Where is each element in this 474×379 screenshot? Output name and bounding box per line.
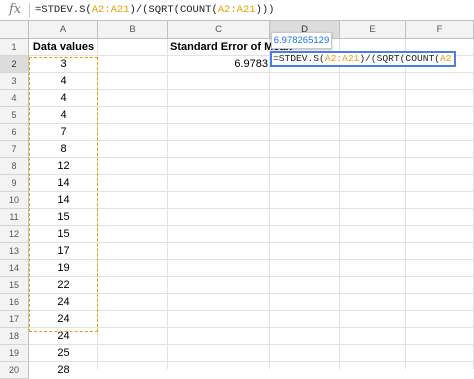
column-header-a[interactable]: A — [29, 21, 98, 39]
row-header[interactable]: 12 — [0, 226, 29, 243]
row-header[interactable]: 8 — [0, 158, 29, 175]
row-header[interactable]: 10 — [0, 192, 29, 209]
row-header[interactable]: 1 — [0, 39, 29, 56]
editor-range-ref: A2:A21 — [439, 53, 456, 64]
cell-a-value[interactable]: 24 — [29, 294, 98, 311]
cell-a-value[interactable]: 24 — [29, 311, 98, 328]
row-header[interactable]: 11 — [0, 209, 29, 226]
grid-line — [167, 39, 168, 369]
row-header[interactable]: 5 — [0, 107, 29, 124]
cell-a-value[interactable]: 28 — [29, 362, 98, 379]
cell-c2[interactable]: 6.9783 — [168, 56, 268, 73]
cell-a-value[interactable]: 25 — [29, 345, 98, 362]
formula-part: ))) — [255, 4, 275, 16]
cell-a-value[interactable]: 4 — [29, 73, 98, 90]
formula-part: =STDEV.S( — [35, 4, 92, 16]
formula-bar-separator — [29, 3, 30, 17]
cell-a-value[interactable]: 17 — [29, 243, 98, 260]
cell-a1[interactable]: Data values — [29, 39, 98, 56]
cell-a-value[interactable]: 4 — [29, 107, 98, 124]
formula-range-ref: A2:A21 — [91, 4, 130, 16]
cell-a-value[interactable]: 24 — [29, 328, 98, 345]
cell-a-value[interactable]: 15 — [29, 209, 98, 226]
cell-c1[interactable]: Standard Error of Mean — [170, 39, 292, 56]
fx-icon: fx — [9, 2, 22, 17]
cell-a-value[interactable]: 7 — [29, 124, 98, 141]
editor-range-ref: A2:A21 — [324, 53, 360, 64]
formula-part: )/(SQRT(COUNT( — [129, 4, 218, 16]
row-header[interactable]: 13 — [0, 243, 29, 260]
editor-formula-part: =STDEV.S( — [273, 53, 325, 64]
cell-a-value[interactable]: 19 — [29, 260, 98, 277]
cell-a-value[interactable]: 12 — [29, 158, 98, 175]
cell-a-value[interactable]: 14 — [29, 175, 98, 192]
row-header[interactable]: 14 — [0, 260, 29, 277]
cell-a-value[interactable]: 8 — [29, 141, 98, 158]
cell-a-value[interactable]: 14 — [29, 192, 98, 209]
row-header[interactable]: 19 — [0, 345, 29, 362]
row-header[interactable]: 7 — [0, 141, 29, 158]
row-header[interactable]: 15 — [0, 277, 29, 294]
column-header-f[interactable]: F — [406, 21, 474, 39]
row-header[interactable]: 3 — [0, 73, 29, 90]
row-header[interactable]: 17 — [0, 311, 29, 328]
column-header-b[interactable]: B — [98, 21, 168, 39]
row-header[interactable]: 20 — [0, 362, 29, 379]
column-header-c[interactable]: C — [168, 21, 270, 39]
grid-line — [405, 39, 406, 369]
select-all-corner[interactable] — [0, 21, 29, 39]
cell-a-value[interactable]: 3 — [29, 56, 98, 73]
cell-a-value[interactable]: 15 — [29, 226, 98, 243]
cell-a-value[interactable]: 4 — [29, 90, 98, 107]
row-header[interactable]: 16 — [0, 294, 29, 311]
row-header[interactable]: 18 — [0, 328, 29, 345]
row-header[interactable]: 6 — [0, 124, 29, 141]
row-header[interactable]: 4 — [0, 90, 29, 107]
formula-result-tooltip: 6.978265129 — [271, 32, 332, 49]
formula-range-ref: A2:A21 — [217, 4, 256, 16]
column-header-e[interactable]: E — [340, 21, 406, 39]
grid-line — [339, 39, 340, 369]
row-header[interactable]: 9 — [0, 175, 29, 192]
editor-formula-part: )/(SQRT(COUNT( — [359, 53, 440, 64]
cell-a-value[interactable]: 22 — [29, 277, 98, 294]
cell-d2-editor[interactable]: =STDEV.S(A2:A21)/(SQRT(COUNT(A2:A21))) — [270, 51, 456, 67]
formula-input[interactable]: =STDEV.S(A2:A21)/(SQRT(COUNT(A2:A21))) — [35, 0, 274, 20]
row-header[interactable]: 2 — [0, 56, 29, 73]
formula-bar: fx =STDEV.S(A2:A21)/(SQRT(COUNT(A2:A21))… — [0, 0, 474, 21]
grid-line — [269, 39, 270, 369]
